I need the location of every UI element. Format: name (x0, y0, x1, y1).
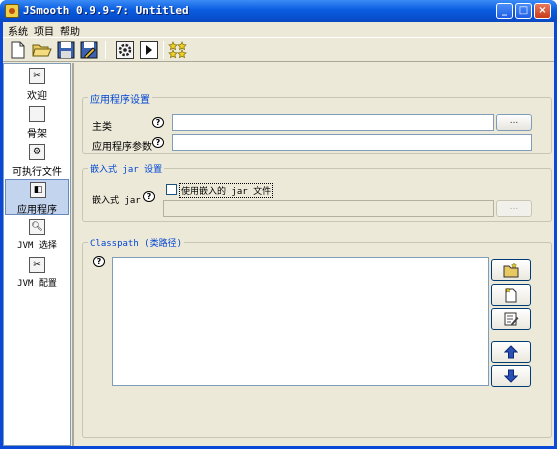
classpath-list[interactable] (112, 257, 489, 386)
sidebar-item-label: JVM 选择 (17, 241, 57, 251)
edit-icon (504, 312, 519, 326)
app-settings-title: 应用程序设置 (88, 91, 152, 106)
menu-project[interactable]: 项目 (34, 23, 54, 38)
jvm-config-icon: ✂ (29, 257, 45, 273)
jsmooth-app-icon (5, 4, 19, 18)
add-file-icon (505, 287, 517, 303)
compile-gear-icon[interactable] (115, 40, 135, 60)
window-title: JSmooth 0.9.9-7: Untitled (23, 4, 189, 17)
add-folder-button[interactable] (491, 259, 531, 281)
help-icon[interactable]: ? (93, 256, 105, 267)
app-settings-group: 应用程序设置 主类 ? ... 应用程序参数 ? (82, 91, 552, 154)
embedded-jar-browse-button[interactable]: ... (496, 200, 532, 217)
menu-help[interactable]: 帮助 (60, 23, 80, 38)
run-icon[interactable] (139, 40, 159, 60)
welcome-icon: ✂ (29, 68, 45, 84)
save-icon[interactable] (56, 40, 76, 60)
sidebar-item-executable[interactable]: ⚙ 可执行文件 (5, 142, 69, 178)
main-class-label: 主类 (92, 122, 112, 133)
about-stars-icon[interactable] (168, 40, 188, 60)
main-class-browse-button[interactable]: ... (496, 114, 532, 131)
use-embedded-jar-checkbox[interactable] (166, 184, 177, 195)
skeleton-icon (29, 106, 45, 122)
embedded-jar-group: 嵌入式 jar 设置 嵌入式 jar ? 使用嵌入的 jar 文件 ... (82, 162, 552, 222)
save-as-icon[interactable] (79, 40, 99, 60)
args-label: 应用程序参数 (92, 142, 152, 153)
executable-icon: ⚙ (29, 144, 45, 160)
classpath-title: Classpath (类路径) (88, 236, 185, 249)
sidebar-item-jvm-config[interactable]: ✂ JVM 配置 (5, 255, 69, 291)
classpath-group: Classpath (类路径) ? (82, 236, 552, 438)
embedded-jar-path-field[interactable] (163, 200, 494, 217)
move-up-button[interactable] (491, 341, 531, 363)
sidebar-item-label: 骨架 (27, 129, 47, 140)
close-button[interactable]: × (534, 3, 551, 19)
new-file-icon[interactable] (8, 40, 28, 60)
edit-entry-button[interactable] (491, 308, 531, 330)
application-window: JSmooth 0.9.9-7: Untitled _ □ × 系统 项目 帮助 (0, 0, 557, 449)
toolbar (3, 37, 554, 62)
move-down-icon (504, 369, 518, 383)
open-folder-icon[interactable] (32, 40, 52, 60)
main-class-field[interactable] (172, 114, 494, 131)
sidebar-item-welcome[interactable]: ✂ 欢迎 (5, 66, 69, 102)
jvm-select-icon: 🔍︎ (29, 219, 45, 235)
maximize-button[interactable]: □ (515, 3, 532, 19)
sidebar-item-application[interactable]: ◧ 应用程序 (5, 179, 69, 216)
help-icon[interactable]: ? (152, 137, 164, 148)
help-icon[interactable]: ? (143, 191, 155, 202)
add-folder-icon (503, 262, 519, 278)
move-up-icon (504, 345, 518, 359)
main-panel: 应用程序设置 主类 ? ... 应用程序参数 ? 嵌入式 jar 设置 嵌入式 … (72, 63, 554, 446)
menu-system[interactable]: 系统 (8, 23, 28, 38)
title-bar[interactable]: JSmooth 0.9.9-7: Untitled _ □ × (0, 0, 557, 22)
sidebar-item-skeleton[interactable]: 骨架 (5, 104, 69, 140)
sidebar: ✂ 欢迎 骨架 ⚙ 可执行文件 ◧ 应用程序 🔍︎ JVM 选择 ✂ JVM 配 (3, 63, 71, 446)
toolbar-separator (105, 41, 106, 59)
embedded-jar-label: 嵌入式 jar (92, 196, 141, 206)
client-area: 系统 项目 帮助 ✂ 欢迎 骨架 ⚙ 可执行文件 ◧ 应用程序 🔍︎ JVM 选… (3, 22, 554, 446)
minimize-button[interactable]: _ (496, 3, 513, 19)
embedded-jar-title: 嵌入式 jar 设置 (88, 162, 165, 175)
sidebar-item-label: 可执行文件 (12, 167, 62, 178)
menu-bar: 系统 项目 帮助 (3, 22, 554, 38)
sidebar-item-label: 应用程序 (17, 205, 57, 216)
move-down-button[interactable] (491, 365, 531, 387)
application-icon: ◧ (30, 182, 46, 198)
help-icon[interactable]: ? (152, 117, 164, 128)
use-embedded-jar-label[interactable]: 使用嵌入的 jar 文件 (179, 183, 274, 198)
sidebar-item-label: JVM 配置 (17, 279, 57, 289)
add-file-button[interactable] (491, 284, 531, 306)
sidebar-item-label: 欢迎 (27, 91, 47, 102)
args-field[interactable] (172, 134, 532, 151)
toolbar-separator (163, 41, 164, 59)
sidebar-item-jvm-select[interactable]: 🔍︎ JVM 选择 (5, 217, 69, 253)
